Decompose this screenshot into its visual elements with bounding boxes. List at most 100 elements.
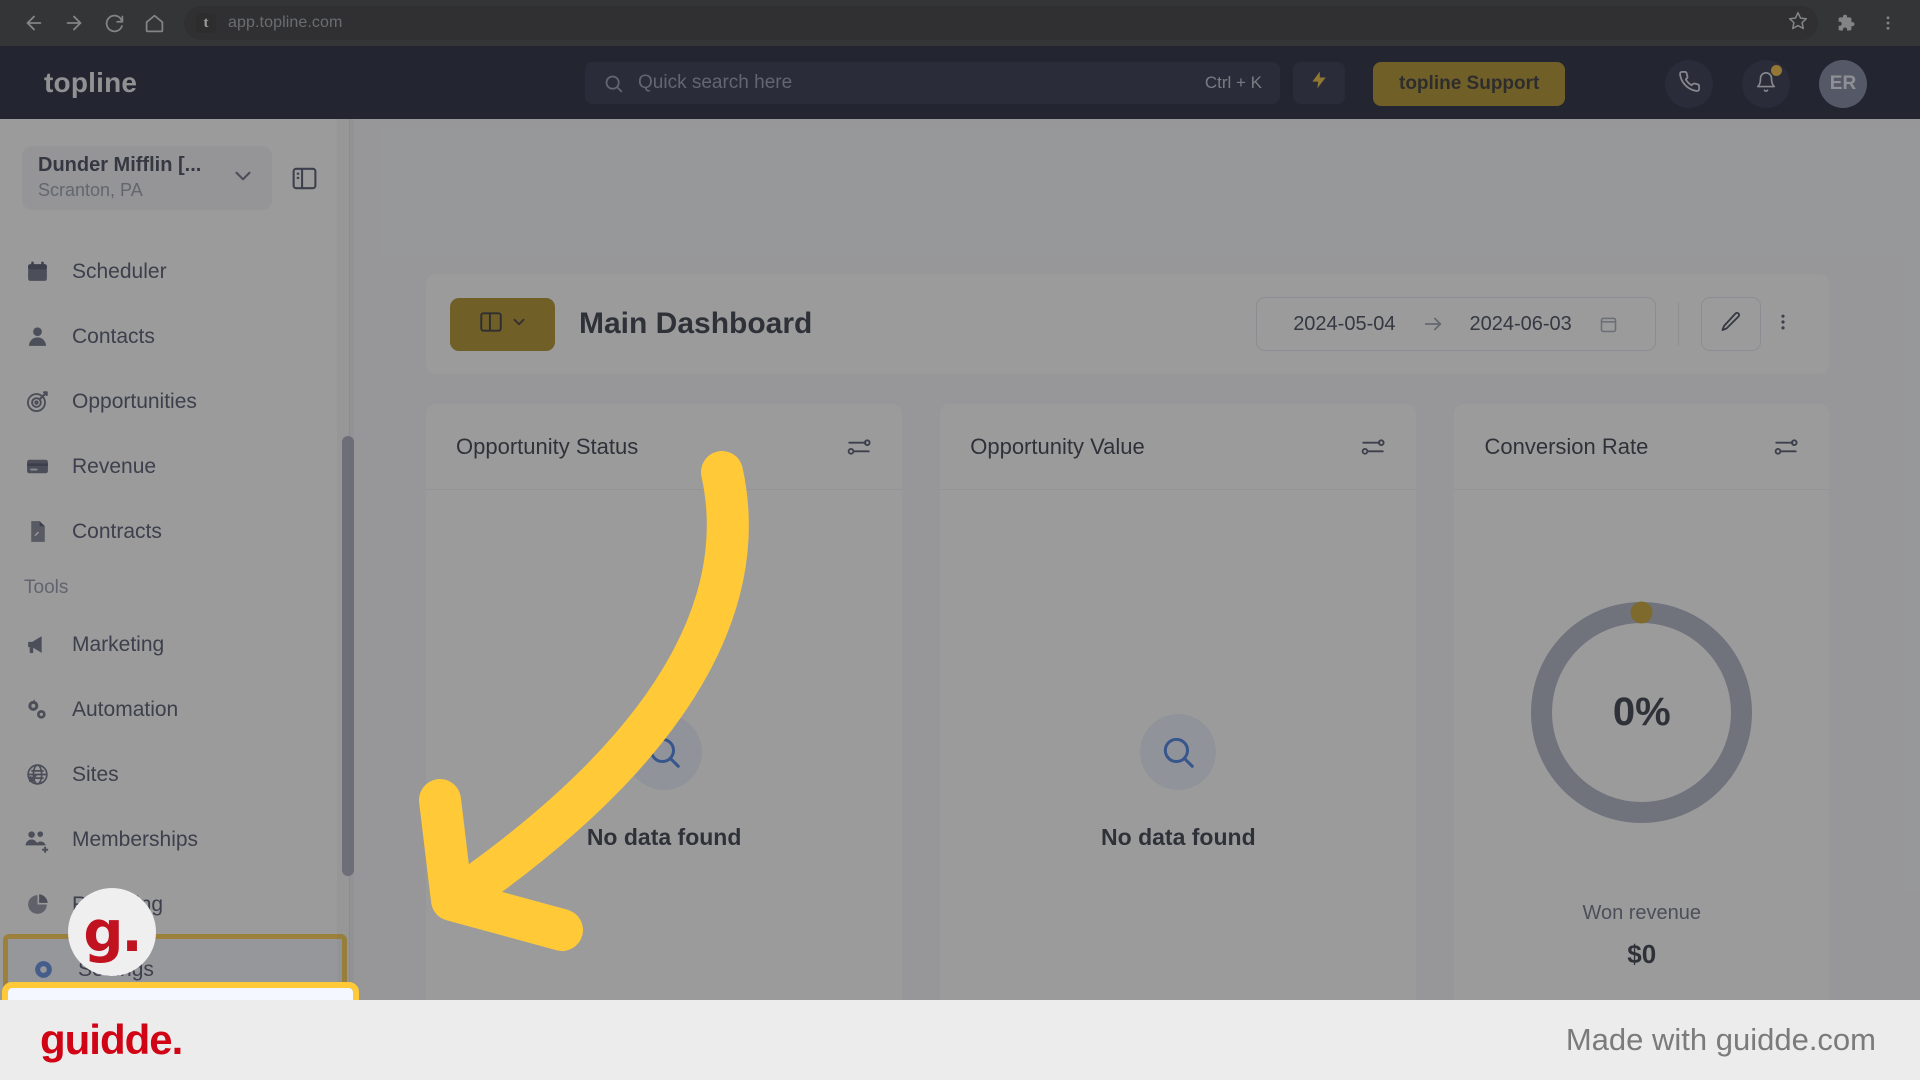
gear-icon bbox=[30, 957, 56, 983]
main-content: Main Dashboard 2024-05-04 2024-06-03 Opp… bbox=[350, 119, 1920, 1080]
kebab-menu-icon bbox=[1879, 14, 1897, 32]
browser-toolbar: t app.topline.com bbox=[0, 0, 1920, 46]
address-bar[interactable]: t app.topline.com bbox=[184, 6, 1818, 40]
app-topbar: topline Quick search here Ctrl + K topli… bbox=[0, 46, 1920, 119]
avatar[interactable]: ER bbox=[1819, 60, 1867, 108]
sidebar-item-revenue[interactable]: Revenue bbox=[0, 434, 350, 499]
kebab-menu-icon bbox=[1773, 312, 1793, 337]
card-header: Opportunity Value bbox=[940, 404, 1417, 490]
sidebar-item-contacts[interactable]: Contacts bbox=[0, 304, 350, 369]
guidde-badge: g. bbox=[68, 888, 156, 976]
won-revenue-label: Won revenue bbox=[1582, 902, 1702, 924]
page-scrollbar-thumb[interactable] bbox=[342, 436, 354, 876]
search-icon bbox=[626, 714, 703, 790]
sliders-icon[interactable] bbox=[1360, 434, 1386, 460]
organization-location: Scranton, PA bbox=[38, 180, 143, 201]
calendar-icon bbox=[1598, 314, 1619, 335]
quick-search-shortcut: Ctrl + K bbox=[1204, 73, 1262, 92]
chevron-down-icon bbox=[230, 163, 256, 194]
pencil-icon bbox=[1719, 310, 1743, 339]
address-bar-url: app.topline.com bbox=[228, 14, 343, 31]
extensions-button[interactable] bbox=[1828, 5, 1864, 41]
quick-actions-button[interactable] bbox=[1293, 62, 1345, 104]
sidebar: Dunder Mifflin [... Scranton, PA Schedul… bbox=[0, 119, 350, 1080]
forward-button[interactable] bbox=[54, 3, 94, 43]
home-icon bbox=[144, 13, 165, 34]
sidebar-item-label: Contracts bbox=[72, 519, 162, 543]
sidebar-item-contracts[interactable]: Contracts bbox=[0, 499, 350, 564]
sliders-icon[interactable] bbox=[1773, 434, 1799, 460]
credit-card-icon bbox=[24, 454, 50, 480]
guidde-logo: guidde. bbox=[40, 1016, 183, 1063]
star-icon bbox=[1788, 11, 1808, 35]
sidebar-item-scheduler[interactable]: Scheduler bbox=[0, 239, 350, 304]
card-body: 0% Won revenue $0 bbox=[1454, 490, 1829, 1075]
people-add-icon bbox=[24, 827, 50, 853]
dashboard-header: Main Dashboard 2024-05-04 2024-06-03 bbox=[426, 274, 1829, 374]
card-body: No data found bbox=[426, 490, 902, 1075]
card-conversion-rate: Conversion Rate 0% Won revenue $0 bbox=[1454, 404, 1830, 1075]
megaphone-icon bbox=[24, 632, 50, 658]
sidebar-nav: Scheduler Contacts Opportunities Revenue bbox=[0, 239, 350, 1005]
globe-icon bbox=[24, 762, 50, 788]
reload-button[interactable] bbox=[94, 3, 134, 43]
home-button[interactable] bbox=[134, 3, 174, 43]
guidde-footer: guidde. Made with guidde.com bbox=[0, 1000, 1920, 1080]
arrow-left-icon bbox=[23, 12, 45, 34]
topline-support-button[interactable]: topline Support bbox=[1373, 62, 1566, 106]
site-favicon: t bbox=[196, 13, 216, 33]
browser-menu-button[interactable] bbox=[1870, 5, 1906, 41]
panel-collapse-icon bbox=[290, 167, 319, 197]
back-button[interactable] bbox=[14, 3, 54, 43]
bookmark-button[interactable] bbox=[1788, 11, 1808, 36]
browser-actions bbox=[1828, 5, 1906, 41]
dashboard-switcher-button[interactable] bbox=[450, 297, 555, 351]
layout-icon bbox=[478, 309, 504, 340]
card-opportunity-status: Opportunity Status No data found bbox=[426, 404, 903, 1075]
sidebar-item-label: Automation bbox=[72, 697, 179, 721]
sidebar-item-opportunities[interactable]: Opportunities bbox=[0, 369, 350, 434]
date-range-picker[interactable]: 2024-05-04 2024-06-03 bbox=[1256, 297, 1656, 351]
phone-icon bbox=[1678, 70, 1701, 98]
gears-icon bbox=[24, 697, 50, 723]
sidebar-item-label: Memberships bbox=[72, 827, 199, 851]
header-divider bbox=[1678, 302, 1679, 346]
conversion-donut-chart: 0% bbox=[1524, 595, 1759, 830]
search-icon bbox=[1140, 714, 1217, 790]
notification-dot bbox=[1771, 65, 1782, 76]
edit-dashboard-button[interactable] bbox=[1701, 297, 1761, 351]
sidebar-item-label: Scheduler bbox=[72, 259, 167, 283]
empty-state-text: No data found bbox=[1101, 824, 1256, 850]
document-icon bbox=[24, 519, 50, 545]
organization-name: Dunder Mifflin [... bbox=[38, 154, 202, 177]
sidebar-item-label: Revenue bbox=[72, 454, 157, 478]
pie-chart-icon bbox=[24, 892, 50, 918]
card-header: Opportunity Status bbox=[426, 404, 903, 490]
call-button[interactable] bbox=[1665, 60, 1713, 108]
search-icon bbox=[603, 73, 624, 94]
sidebar-collapse-button[interactable] bbox=[290, 164, 319, 198]
dashboard-more-button[interactable] bbox=[1761, 297, 1805, 351]
sidebar-item-automation[interactable]: Automation bbox=[0, 677, 350, 742]
sidebar-section-tools: Tools bbox=[24, 577, 69, 598]
sidebar-item-marketing[interactable]: Marketing bbox=[0, 612, 350, 677]
notifications-button[interactable] bbox=[1742, 60, 1790, 108]
sidebar-item-reporting[interactable]: Reporting bbox=[0, 872, 350, 937]
person-icon bbox=[24, 324, 50, 350]
topline-logo[interactable]: topline bbox=[44, 67, 137, 99]
conversion-percent: 0% bbox=[1612, 690, 1671, 734]
page-title: Main Dashboard bbox=[579, 307, 813, 340]
sidebar-item-sites[interactable]: Sites bbox=[0, 742, 350, 807]
calendar-icon bbox=[24, 259, 50, 285]
arrow-right-icon bbox=[1422, 313, 1444, 335]
sidebar-item-label: Contacts bbox=[72, 324, 155, 348]
sliders-icon[interactable] bbox=[846, 434, 872, 460]
sidebar-item-label: Sites bbox=[72, 762, 119, 786]
quick-search-input[interactable]: Quick search here Ctrl + K bbox=[585, 62, 1280, 104]
empty-state-text: No data found bbox=[586, 824, 742, 850]
organization-switcher[interactable]: Dunder Mifflin [... Scranton, PA bbox=[22, 146, 272, 210]
sidebar-item-memberships[interactable]: Memberships bbox=[0, 807, 350, 872]
date-range-end: 2024-06-03 bbox=[1469, 312, 1572, 335]
sidebar-item-label: Marketing bbox=[72, 632, 165, 656]
reload-icon bbox=[104, 13, 125, 34]
